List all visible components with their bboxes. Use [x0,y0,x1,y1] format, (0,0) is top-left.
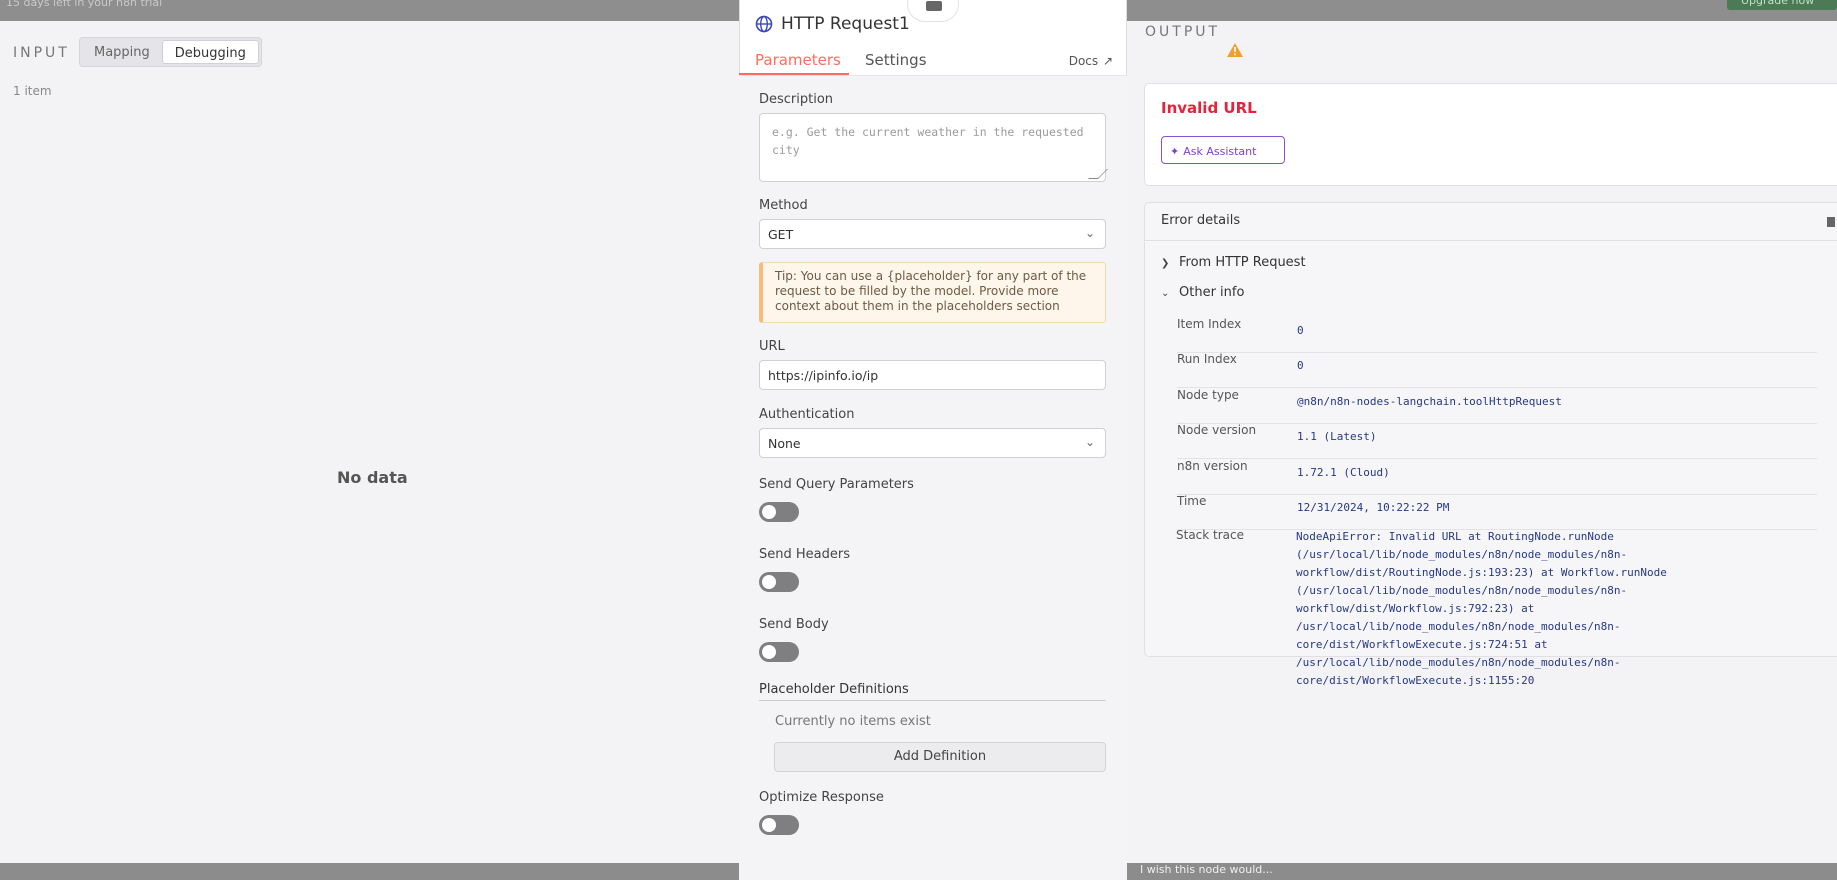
detail-value: @n8n/n8n-nodes-langchain.toolHttpRequest [1297,395,1562,408]
ask-assistant-button[interactable]: ✦ Ask Assistant [1161,136,1285,164]
send-body-label: Send Body [759,617,829,632]
input-label: INPUT [13,45,70,61]
method-value: GET [768,227,794,242]
other-info-expander[interactable]: ⌄ Other info [1161,285,1244,300]
detail-row: Time 12/31/2024, 10:22:22 PM [1177,494,1817,530]
input-mode-toggle[interactable]: Mapping Debugging [79,37,262,67]
send-headers-toggle[interactable] [759,572,799,592]
input-panel: INPUT Mapping Debugging 1 item No data [0,21,739,863]
from-http-label: From HTTP Request [1179,255,1306,270]
from-http-expander[interactable]: ❯ From HTTP Request [1161,255,1306,270]
resize-handle-icon[interactable] [1088,169,1108,179]
parameters-form: Description e.g. Get the current weather… [739,76,1127,880]
detail-value: 12/31/2024, 10:22:22 PM [1297,501,1450,514]
detail-row: Item Index 0 [1177,317,1817,353]
detail-row: Run Index 0 [1177,352,1817,388]
detail-value: 0 [1297,359,1304,372]
description-input[interactable]: e.g. Get the current weather in the requ… [759,113,1108,182]
url-input[interactable]: https://ipinfo.io/ip [759,360,1106,390]
trial-banner-text: 15 days left in your n8n trial [6,0,163,9]
detail-row: Node type @n8n/n8n-nodes-langchain.toolHt… [1177,388,1817,424]
node-title-row: HTTP Request1 [755,14,910,34]
error-card: Invalid URL ✦ Ask Assistant [1144,83,1837,186]
placeholder-tip: Tip: You can use a {placeholder} for any… [759,262,1106,323]
detail-value: 1.72.1 (Cloud) [1297,466,1390,479]
detail-value: 0 [1297,324,1304,337]
ask-assistant-label: Ask Assistant [1183,145,1257,158]
feedback-text[interactable]: I wish this node would... [1140,863,1273,876]
method-label: Method [759,198,808,213]
send-query-label: Send Query Parameters [759,477,914,492]
detail-key: Time [1177,494,1207,508]
placeholder-definitions-title: Placeholder Definitions [759,682,1106,701]
send-query-toggle[interactable] [759,502,799,522]
detail-row: n8n version 1.72.1 (Cloud) [1177,459,1817,495]
detail-key: Item Index [1177,317,1242,331]
no-data-text: No data [337,468,408,487]
docs-link[interactable]: Docs ↗ [1069,51,1113,69]
tab-settings[interactable]: Settings [865,51,927,69]
optimize-response-toggle[interactable] [759,815,799,835]
node-tabs: Parameters Settings Docs ↗ [739,46,1127,76]
no-items-text: Currently no items exist [775,714,931,729]
authentication-value: None [768,436,801,451]
debugging-tab[interactable]: Debugging [161,40,259,64]
active-tab-underline [739,73,849,75]
add-definition-button[interactable]: Add Definition [774,742,1106,772]
external-link-icon: ↗ [1102,54,1113,68]
detail-key: Node version [1177,423,1257,437]
globe-icon [755,15,773,33]
copy-icon[interactable] [1827,217,1835,227]
chevron-down-icon: ⌄ [1084,435,1095,449]
sparkle-icon: ✦ [1170,145,1180,158]
method-select[interactable]: GET ⌄ [759,219,1106,249]
detail-key: Run Index [1177,352,1237,366]
url-label: URL [759,339,785,354]
error-details-title: Error details [1161,213,1241,228]
stack-trace-value: NodeApiError: Invalid URL at RoutingNode… [1296,530,1667,687]
node-title[interactable]: HTTP Request1 [781,14,910,34]
detail-value: 1.1 (Latest) [1297,430,1377,443]
detail-key: n8n version [1177,459,1248,473]
optimize-response-label: Optimize Response [759,790,884,805]
tab-parameters[interactable]: Parameters [755,51,841,69]
chevron-down-icon: ⌄ [1161,288,1170,299]
docs-label: Docs [1068,54,1099,68]
output-label: OUTPUT [1145,24,1221,40]
detail-row: Node version 1.1 (Latest) [1177,423,1817,459]
authentication-select[interactable]: None ⌄ [759,428,1106,458]
upgrade-button[interactable]: Upgrade now [1727,0,1837,10]
stack-trace-label: Stack trace [1176,528,1245,542]
description-label: Description [759,92,834,107]
chevron-right-icon: ❯ [1161,258,1170,269]
error-title: Invalid URL [1161,99,1257,117]
authentication-label: Authentication [759,407,855,422]
description-placeholder: e.g. Get the current weather in the requ… [772,125,1084,157]
node-icon-badge [907,0,959,22]
warning-icon [1227,43,1243,57]
mapping-tab[interactable]: Mapping [82,40,162,64]
robot-icon [926,1,942,11]
send-headers-label: Send Headers [759,547,850,562]
chevron-down-icon: ⌄ [1084,226,1095,240]
other-info-label: Other info [1179,285,1245,300]
send-body-toggle[interactable] [759,642,799,662]
item-count: 1 item [13,84,52,98]
error-details-header: Error details [1145,203,1837,241]
detail-key: Node type [1177,388,1239,402]
